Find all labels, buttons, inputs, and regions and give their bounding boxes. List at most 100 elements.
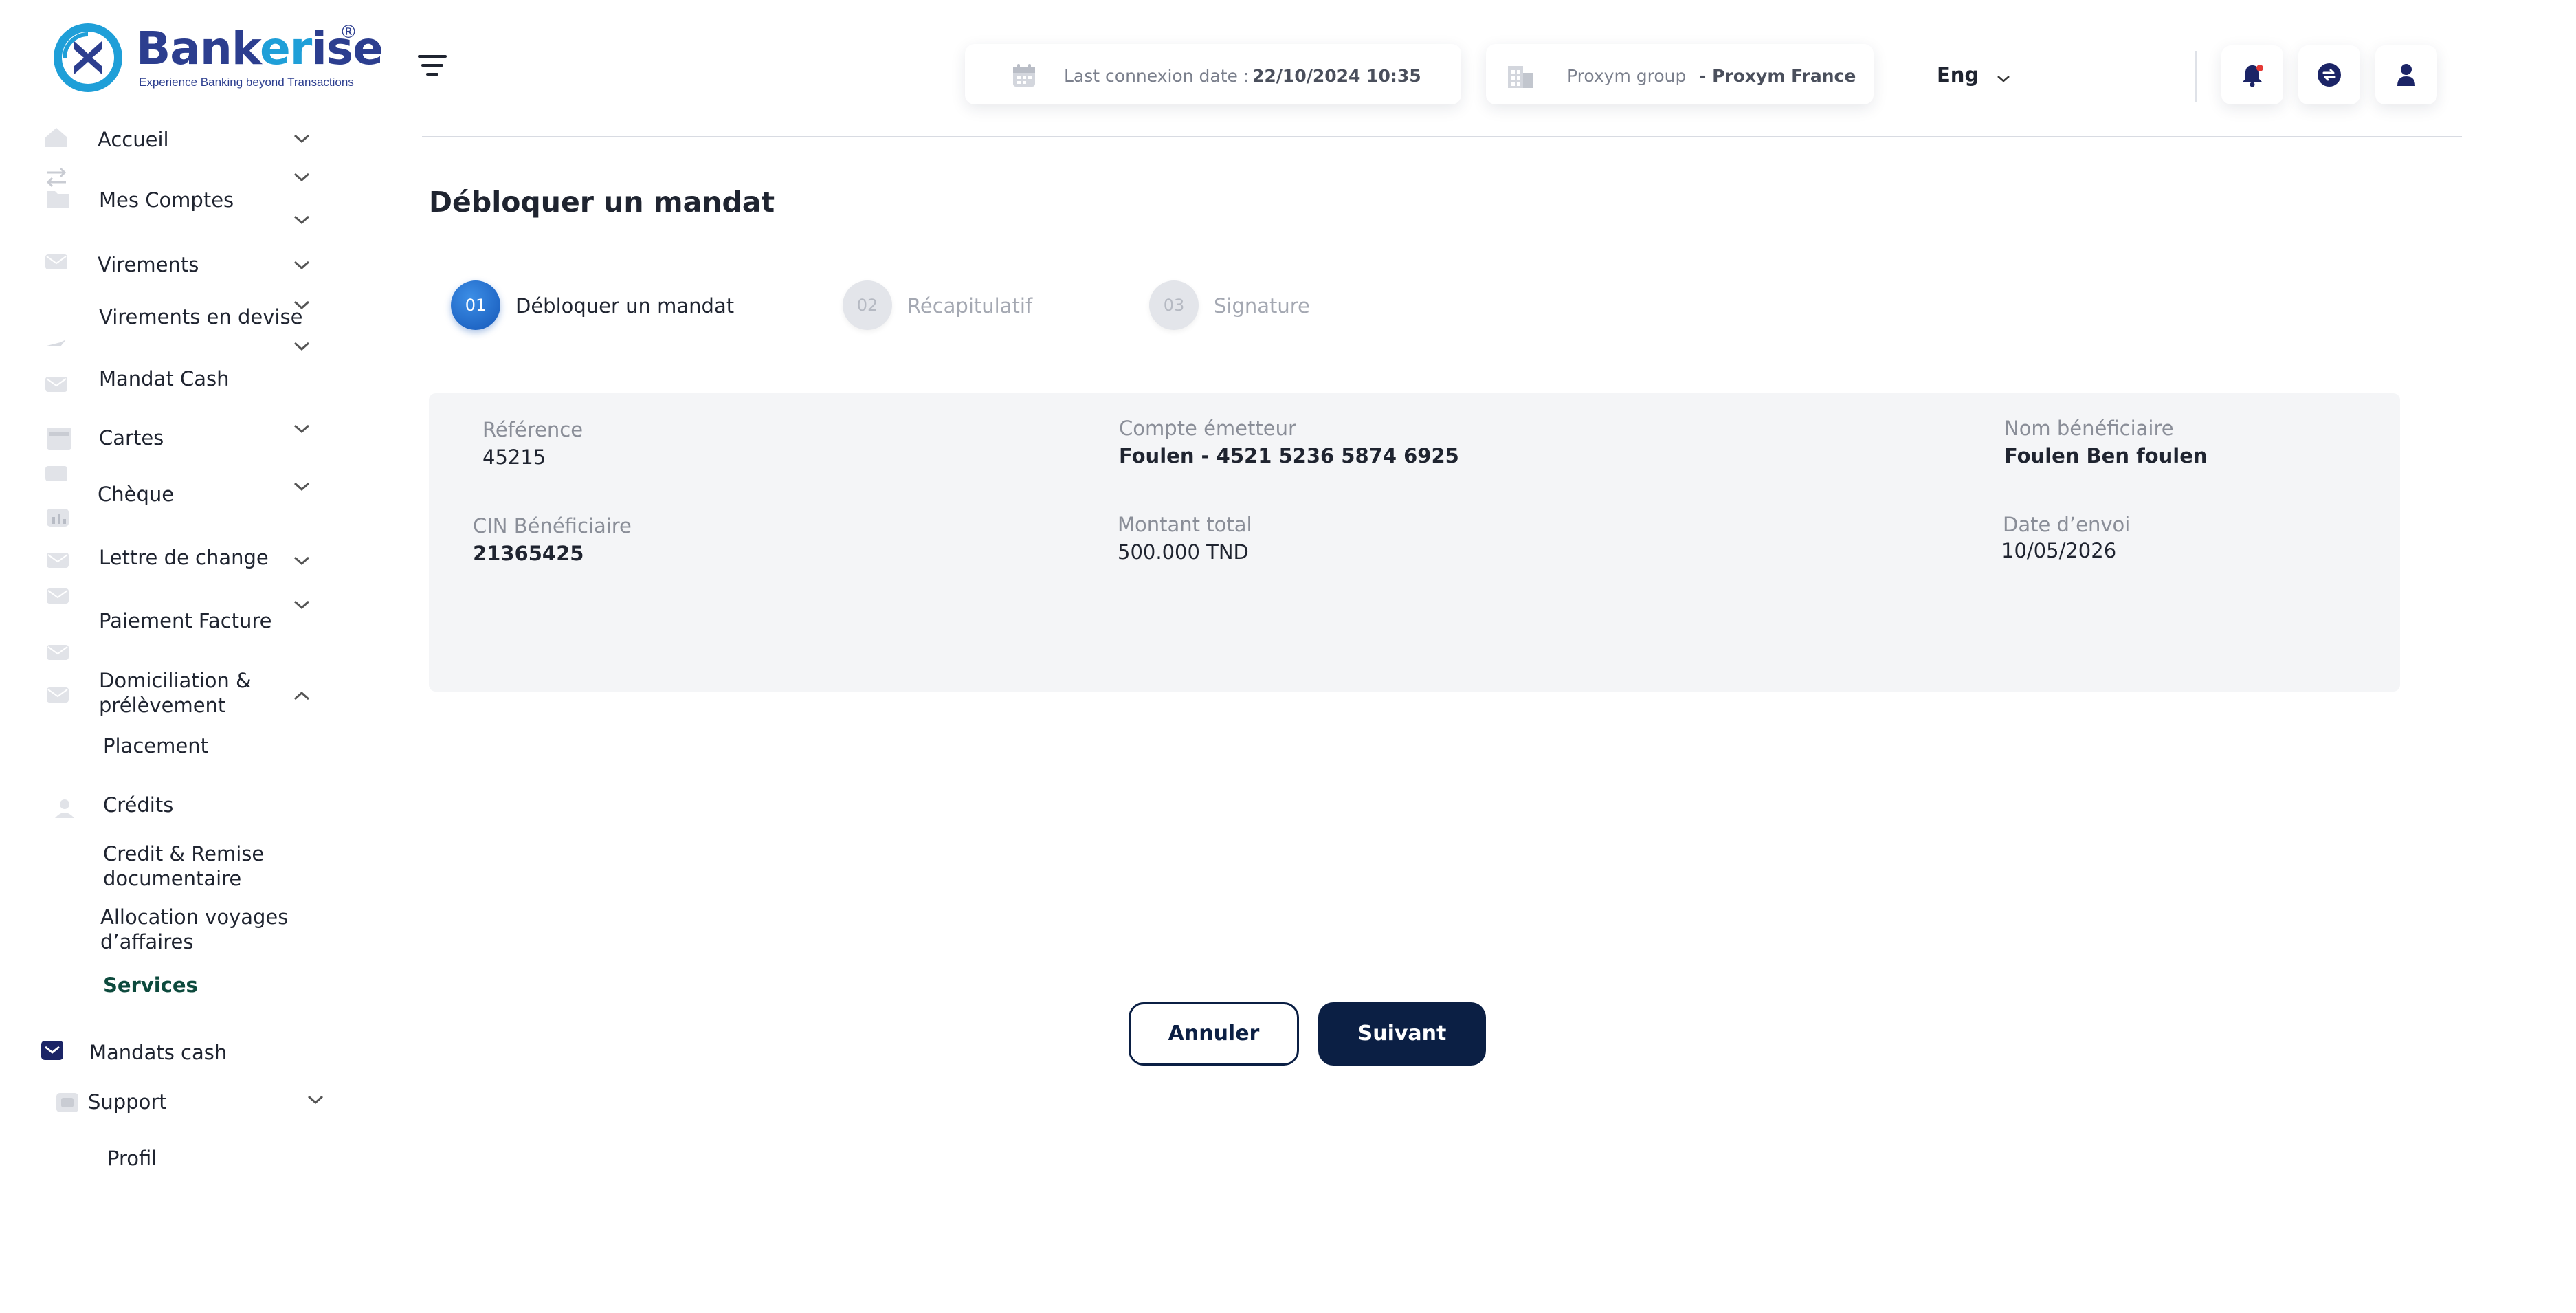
mail-icon [47,553,69,568]
step-label: Débloquer un mandat [515,294,735,318]
compte-emetteur-value: Foulen - 4521 5236 5874 6925 [1119,444,1459,467]
page-title: Débloquer un mandat [429,186,775,219]
sidebar-item-label: Mandat Cash [99,367,230,390]
sidebar-item-mandat-cash[interactable]: Mandat Cash [41,364,330,399]
sidebar-item-label: Placement [103,734,208,758]
sidebar-item-credit-remise[interactable]: Credit & Remise documentaire [96,841,302,899]
mail-icon [41,1041,63,1060]
step-label: Signature [1214,294,1310,318]
language-selector[interactable]: Eng [1937,63,1979,87]
logo-mark-icon [54,23,122,92]
compte-emetteur-label: Compte émetteur [1119,417,1296,440]
home-icon [45,128,67,147]
building-icon [1508,66,1533,88]
chevron-down-icon [293,600,310,610]
last-connexion-value: 22/10/2024 10:35 [1252,66,1421,86]
chevron-down-icon [293,556,310,566]
montant-total-value: 500.000 TND [1118,540,1249,564]
nom-beneficiaire-value: Foulen Ben foulen [2004,444,2208,467]
sidebar-item-cartes[interactable]: Cartes [41,418,330,459]
next-button[interactable]: Suivant [1318,1002,1486,1066]
chevron-down-icon [293,134,310,144]
mail-icon [45,377,67,392]
user-icon [55,799,74,818]
date-envoi-value: 10/05/2026 [2001,539,2117,562]
sidebar-item-label: Credit & Remise documentaire [103,842,265,890]
sidebar-item-credits[interactable]: Crédits [41,788,330,829]
montant-total-label: Montant total [1118,513,1252,536]
sidebar-item-profil[interactable]: Profil [96,1144,302,1178]
sidebar-item-accueil[interactable]: Accueil [41,124,330,158]
notifications-button[interactable] [2221,45,2283,104]
step-1[interactable]: 01 Débloquer un mandat [451,280,740,330]
header-divider [422,136,2462,137]
sidebar-item-paiement-facture[interactable]: Paiement Facture [41,598,330,660]
app-root: Bankerise ® Experience Banking beyond Tr… [0,0,2576,1313]
cancel-button[interactable]: Annuler [1129,1002,1299,1066]
sidebar-item-mandats-cash[interactable]: Mandats cash [34,1033,323,1071]
calendar-icon [1013,64,1035,87]
header-divider [2195,51,2197,102]
sidebar-item-lettre-de-change[interactable]: Lettre de change [41,543,330,580]
sidebar-item-support[interactable]: Support [41,1083,330,1122]
profile-button[interactable] [2375,45,2437,104]
sidebar-item-label: Profil [107,1147,157,1170]
transfer-icon [44,340,66,346]
sidebar-item-cheque[interactable]: Chèque [41,462,330,527]
sidebar-item-placement[interactable]: Placement [96,731,302,766]
chevron-down-icon [293,261,310,270]
card-icon [47,428,71,450]
last-connexion-label: Last connexion date : [1064,66,1250,86]
menu-toggle-icon[interactable] [418,54,447,77]
sidebar-item-label: Mes Comptes [99,188,234,212]
chevron-down-icon [293,215,310,225]
group-value: - Proxym France [1699,66,1856,86]
sidebar-item-domiciliation[interactable]: Domiciliation & prélèvement [41,659,330,720]
sidebar-item-label: Cartes [99,426,164,450]
mandat-summary-card: Référence 45215 Compte émetteur Foulen -… [429,393,2400,692]
bell-icon [2243,65,2263,87]
switch-account-button[interactable] [2298,45,2360,104]
mail-icon [47,687,69,703]
nom-beneficiaire-label: Nom bénéficiaire [2004,417,2174,440]
reference-label: Référence [482,418,584,441]
brand-logo[interactable]: Bankerise ® Experience Banking beyond Tr… [51,21,384,96]
sidebar-item-services[interactable]: Services [96,971,302,1005]
chevron-down-icon[interactable] [1996,74,2011,84]
step-number: 02 [843,280,892,330]
user-icon [2397,64,2415,86]
sync-icon [2318,63,2341,87]
sidebar-item-label: Virements en devise [99,305,303,329]
chevron-down-icon [293,424,310,434]
sidebar-item-label: Services [103,973,198,997]
support-icon [56,1093,78,1112]
sidebar-item-allocation-voyages[interactable]: Allocation voyages d’affaires [96,905,316,962]
chart-icon [47,509,69,527]
brand-tagline: Experience Banking beyond Transactions [139,76,354,89]
step-2[interactable]: 02 Récapitulatif [843,280,1063,330]
sidebar-item-label: Mandats cash [89,1041,227,1064]
sidebar-item-label: Crédits [103,793,174,817]
sidebar-item-label: Accueil [98,128,169,151]
sidebar-item-label: Support [88,1090,167,1114]
chevron-up-icon [293,691,310,700]
chevron-down-icon [293,173,310,182]
sidebar-item-virements-en-devise[interactable]: Virements en devise [41,300,330,355]
step-number: 01 [451,280,500,330]
folder-icon [47,191,69,208]
sidebar-item-mes-comptes[interactable]: Mes Comptes [41,184,330,225]
step-3[interactable]: 03 Signature [1149,280,1355,330]
sidebar-item-label: Chèque [98,483,175,506]
sidebar-item-virements[interactable]: Virements [41,247,330,282]
sidebar-item-label: Paiement Facture [99,609,272,632]
group-card[interactable]: Proxym group - Proxym France [1486,44,1874,104]
chevron-down-icon [293,342,310,351]
reference-value: 45215 [482,445,546,469]
sidebar-item-label: Allocation voyages d’affaires [100,905,289,953]
last-connexion-card: Last connexion date : 22/10/2024 10:35 [965,44,1461,104]
chevron-down-icon [293,482,310,492]
sidebar-item-label: Virements [98,253,199,276]
date-envoi-label: Date d’envoi [2003,513,2131,536]
mail-icon [45,254,67,269]
sidebar: Accueil Mes Comptes Virements Virements … [0,103,385,1203]
